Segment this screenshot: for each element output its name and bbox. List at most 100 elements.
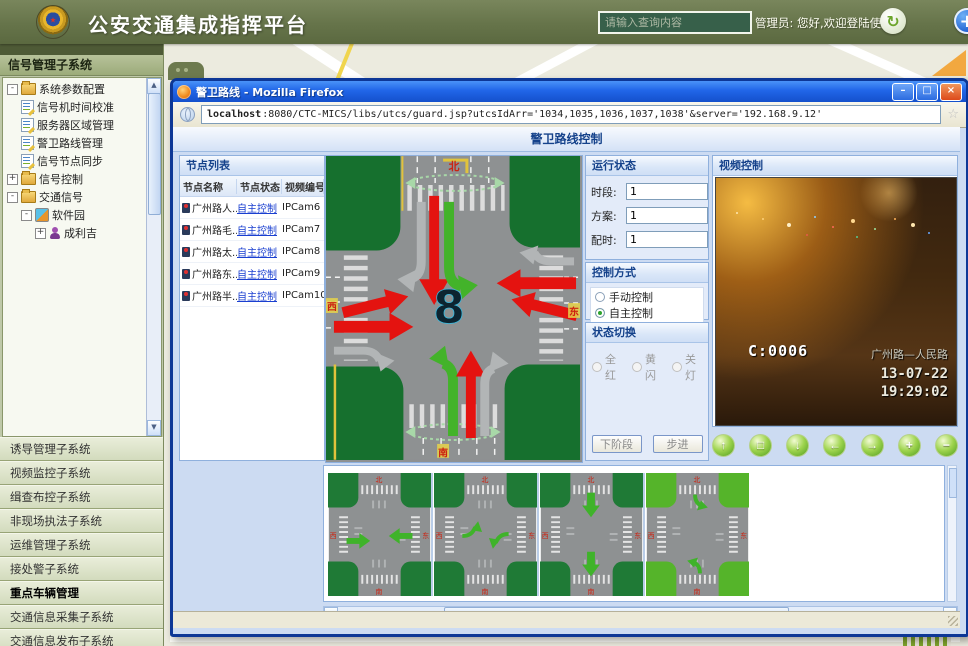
field-label: 配时: bbox=[591, 232, 623, 248]
radio-icon[interactable] bbox=[592, 362, 602, 372]
ptz-stop-button[interactable]: □ bbox=[749, 434, 772, 457]
tree-item-software-park[interactable]: - 软件园 bbox=[5, 206, 146, 224]
window-titlebar[interactable]: 警卫路线 - Mozilla Firefox – □ × bbox=[173, 81, 966, 102]
tree-item-signal-control[interactable]: + 信号控制 bbox=[5, 170, 146, 188]
node-status-link[interactable]: 自主控制 bbox=[237, 244, 282, 259]
tree-scrollbar[interactable]: ▲ ▼ bbox=[146, 78, 161, 436]
sidebar-item-traffic-collection[interactable]: 交通信息采集子系统 bbox=[0, 605, 163, 629]
collapse-icon[interactable]: - bbox=[21, 210, 32, 221]
scroll-down-icon[interactable]: ▼ bbox=[147, 420, 161, 436]
sidebar-item-operations[interactable]: 运维管理子系统 bbox=[0, 533, 163, 557]
phase-thumbnail-north-south-straight[interactable]: 北 西 东 南 bbox=[540, 473, 643, 596]
minimize-button[interactable]: – bbox=[892, 83, 914, 101]
period-input[interactable] bbox=[626, 183, 708, 200]
camera-date-overlay: 13-07-22 bbox=[881, 366, 948, 382]
node-status-link[interactable]: 自主控制 bbox=[237, 266, 282, 281]
sidebar-title[interactable]: 信号管理子系统 bbox=[0, 55, 163, 76]
node-status-link[interactable]: 自主控制 bbox=[237, 288, 282, 303]
node-name: 广州路太... bbox=[192, 244, 237, 259]
control-mode-option-0[interactable]: 手动控制 bbox=[595, 289, 699, 305]
svg-text:南: 南 bbox=[482, 587, 489, 596]
tree-item-signal-time-calibration[interactable]: 信号机时间校准 bbox=[5, 98, 146, 116]
table-row[interactable]: 广州路东... 自主控制 IPCam9 bbox=[180, 263, 324, 285]
sidebar-item-key-vehicles[interactable]: 重点车辆管理 bbox=[0, 581, 163, 605]
option-lights-off[interactable]: 关灯 bbox=[672, 351, 702, 383]
option-all-red[interactable]: 全红 bbox=[592, 351, 622, 383]
browser-window: 警卫路线 - Mozilla Firefox – □ × localhost :… bbox=[170, 78, 968, 637]
expand-icon[interactable]: + bbox=[35, 228, 46, 239]
add-icon[interactable]: + bbox=[954, 8, 968, 34]
collapse-icon[interactable]: - bbox=[7, 84, 18, 95]
phase-thumbnail-east-west-straight[interactable]: 北 西 东 南 bbox=[328, 473, 431, 596]
tree-item-chengliji[interactable]: + 成利吉 bbox=[5, 224, 146, 242]
signal-icon bbox=[182, 225, 190, 235]
close-button[interactable]: × bbox=[940, 83, 962, 101]
control-mode-option-1[interactable]: 自主控制 bbox=[595, 305, 699, 321]
ptz-down-button[interactable]: ↓ bbox=[786, 434, 809, 457]
scrollbar-thumb[interactable] bbox=[949, 468, 957, 498]
plan-input[interactable] bbox=[626, 207, 708, 224]
url-field[interactable]: localhost :8080/CTC-MICS/libs/utcs/guard… bbox=[201, 105, 941, 124]
tree-item-guard-route-mgmt[interactable]: 警卫路线管理 bbox=[5, 134, 146, 152]
step-button[interactable]: 步进 bbox=[653, 435, 703, 453]
sidebar-item-video-surveillance[interactable]: 视频监控子系统 bbox=[0, 461, 163, 485]
sidebar-item-offsite-enforcement[interactable]: 非现场执法子系统 bbox=[0, 509, 163, 533]
phase-thumbnail-north-south-left-turn[interactable]: 北 西 东 南 bbox=[646, 473, 749, 596]
bookmark-star-icon[interactable]: ☆ bbox=[947, 107, 959, 122]
table-row[interactable]: 广州路太... 自主控制 IPCam8 bbox=[180, 241, 324, 263]
strip-vertical-scrollbar[interactable] bbox=[947, 465, 957, 602]
ptz-right-button[interactable]: → bbox=[861, 434, 884, 457]
status-switch-panel: 状态切换 全红 黄闪 关灯 下阶段 bbox=[585, 322, 709, 461]
radio-icon[interactable] bbox=[672, 362, 682, 372]
video-feed[interactable]: C:0006 广州路—人民路 13-07-22 19:29:02 bbox=[715, 177, 957, 426]
tree-label: 成利吉 bbox=[64, 225, 97, 241]
radio-icon[interactable] bbox=[632, 362, 642, 372]
url-bar: localhost :8080/CTC-MICS/libs/utcs/guard… bbox=[173, 102, 966, 128]
tree-item-signal-node-sync[interactable]: 信号节点同步 bbox=[5, 152, 146, 170]
page-content: 警卫路线控制 节点列表 节点名称 节点状态 视频编号 广州路人... 自主控制 … bbox=[173, 127, 960, 628]
tree-label: 系统参数配置 bbox=[39, 81, 105, 97]
maximize-button[interactable]: □ bbox=[916, 83, 938, 101]
expand-icon[interactable]: + bbox=[7, 174, 18, 185]
ptz-left-button[interactable]: ← bbox=[823, 434, 846, 457]
sidebar-item-traffic-release[interactable]: 交通信息发布子系统 bbox=[0, 629, 163, 646]
sidebar-item-investigation[interactable]: 缉查布控子系统 bbox=[0, 485, 163, 509]
search-input[interactable] bbox=[598, 11, 752, 34]
node-status-link[interactable]: 自主控制 bbox=[237, 222, 282, 237]
radio-icon[interactable] bbox=[595, 308, 605, 318]
scroll-up-icon[interactable]: ▲ bbox=[147, 78, 161, 94]
tree-item-traffic-signal[interactable]: - 交通信号 bbox=[5, 188, 146, 206]
phase-thumbnail-east-west-left-turn[interactable]: 北 西 东 南 bbox=[434, 473, 537, 596]
tree-item-server-region-mgmt[interactable]: 服务器区域管理 bbox=[5, 116, 146, 134]
map-orange-area bbox=[932, 50, 966, 76]
document-icon bbox=[21, 136, 34, 150]
folder-icon bbox=[21, 83, 36, 95]
col-video-id[interactable]: 视频编号 bbox=[282, 179, 324, 194]
signal-icon bbox=[182, 203, 190, 213]
ptz-zoom-in-button[interactable]: + bbox=[898, 434, 921, 457]
scrollbar-thumb[interactable] bbox=[148, 93, 161, 215]
document-icon bbox=[21, 154, 34, 168]
node-status-link[interactable]: 自主控制 bbox=[237, 200, 282, 215]
option-yellow-flash[interactable]: 黄闪 bbox=[632, 351, 662, 383]
apps-grid-icon[interactable] bbox=[917, 8, 943, 34]
table-row[interactable]: 广州路毛... 自主控制 IPCam7 bbox=[180, 219, 324, 241]
table-row[interactable]: 广州路半... 自主控制 IPCam10 bbox=[180, 285, 324, 307]
timing-input[interactable] bbox=[626, 231, 708, 248]
window-statusbar bbox=[173, 611, 960, 628]
thumbnail-separator bbox=[537, 473, 539, 596]
refresh-icon[interactable]: ↻ bbox=[880, 8, 906, 34]
header-toolbar: ↻ + bbox=[880, 8, 968, 34]
tree-item-system-params[interactable]: - 系统参数配置 bbox=[5, 80, 146, 98]
ptz-zoom-out-button[interactable]: − bbox=[935, 434, 958, 457]
next-stage-button[interactable]: 下阶段 bbox=[592, 435, 642, 453]
ptz-up-button[interactable]: ↑ bbox=[712, 434, 735, 457]
col-node-status[interactable]: 节点状态 bbox=[237, 179, 282, 194]
table-row[interactable]: 广州路人... 自主控制 IPCam6 bbox=[180, 197, 324, 219]
radio-icon[interactable] bbox=[595, 292, 605, 302]
collapse-icon[interactable]: - bbox=[7, 192, 18, 203]
tree-label: 警卫路线管理 bbox=[37, 135, 103, 151]
col-node-name[interactable]: 节点名称 bbox=[180, 179, 237, 194]
sidebar-item-guidance[interactable]: 诱导管理子系统 bbox=[0, 437, 163, 461]
sidebar-item-police-dispatch[interactable]: 接处警子系统 bbox=[0, 557, 163, 581]
